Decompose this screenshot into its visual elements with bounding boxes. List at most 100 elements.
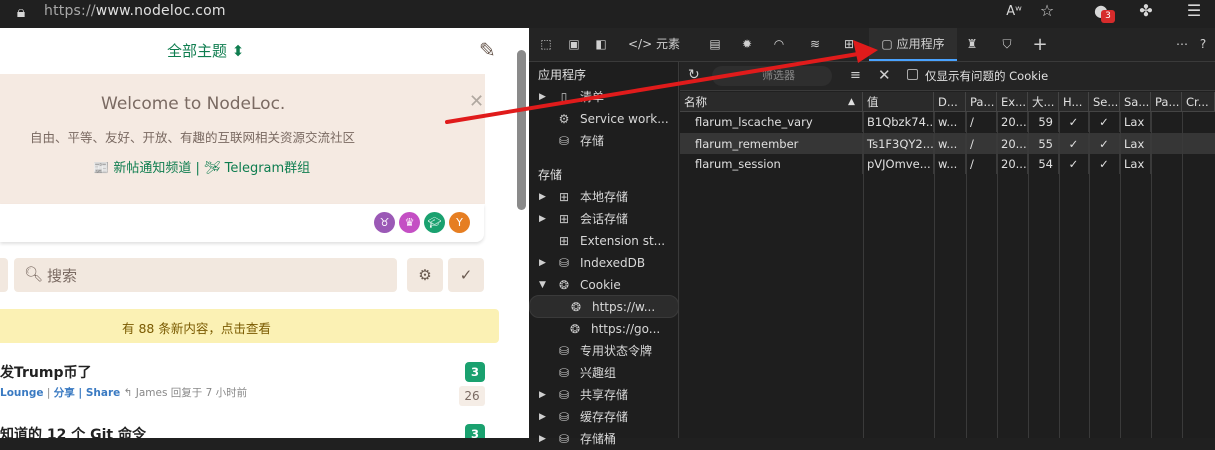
sidebar-item-cookie-nodeloc[interactable]: ❂ https://w... bbox=[529, 295, 679, 318]
refresh-icon[interactable]: ↻ bbox=[688, 67, 700, 83]
help-icon[interactable]: ? bbox=[1193, 28, 1213, 61]
favorites-list-icon[interactable]: ☰ bbox=[1183, 2, 1205, 20]
search-input[interactable]: 🔍︎ 搜索 bbox=[14, 258, 397, 292]
post-title[interactable]: 发Trump币了 bbox=[0, 362, 92, 382]
cell-secure: ✓ bbox=[1089, 134, 1120, 154]
badge-icon[interactable]: ♉ bbox=[374, 212, 395, 233]
sidebar-item-indexeddb[interactable]: ▶ ⛁ IndexedDB bbox=[529, 252, 679, 274]
column-header[interactable]: 值 bbox=[863, 92, 934, 112]
page-scrollbar-thumb[interactable] bbox=[517, 50, 526, 210]
collapse-arrow-icon[interactable]: ▼ bbox=[539, 274, 549, 296]
close-icon[interactable]: ✕ bbox=[469, 91, 484, 112]
sidebar-item-cache-storage[interactable]: ▶ ⛁ 缓存存储 bbox=[529, 406, 679, 428]
column-header[interactable]: Ex... bbox=[997, 92, 1028, 112]
cell-domain: w... bbox=[934, 112, 966, 132]
sidebar-item-cookie-google[interactable]: ❂ https://go... bbox=[529, 318, 679, 340]
column-header[interactable]: Pa... bbox=[1151, 92, 1182, 112]
cookie-icon: ❂ bbox=[558, 278, 570, 292]
sidebar-item-storage-buckets[interactable]: ▶ ⛁ 存储桶 bbox=[529, 428, 679, 450]
url-host: www.nodeloc.com bbox=[95, 3, 226, 19]
only-issues-checkbox[interactable] bbox=[907, 69, 918, 80]
column-divider bbox=[1120, 112, 1121, 438]
database-icon: ⛁ bbox=[558, 410, 570, 424]
cookie-icon: ❂ bbox=[570, 300, 582, 314]
column-header[interactable]: Sa... bbox=[1120, 92, 1151, 112]
expand-arrow-icon[interactable]: ▶ bbox=[539, 428, 549, 450]
new-content-bar[interactable]: 有 88 条新内容，点击查看 bbox=[0, 309, 499, 343]
database-icon: ⛁ bbox=[558, 388, 570, 402]
favorite-star-icon[interactable]: ☆ bbox=[1036, 2, 1058, 20]
memory-chip-icon[interactable]: ⊞ bbox=[837, 28, 861, 61]
edit-icon[interactable]: ✎ bbox=[479, 38, 503, 62]
expand-arrow-icon[interactable]: ▶ bbox=[539, 406, 549, 428]
sidebar-item-shared-storage[interactable]: ▶ ⛁ 共享存储 bbox=[529, 384, 679, 406]
expand-arrow-icon[interactable]: ▶ bbox=[539, 208, 549, 230]
cell-size: 54 bbox=[1028, 154, 1059, 174]
network-wifi-icon[interactable]: ≋ bbox=[803, 28, 827, 61]
sidebar-item-label: 存储桶 bbox=[580, 432, 617, 446]
cell-size: 55 bbox=[1028, 134, 1059, 154]
sidebar-item-private-state-tokens[interactable]: ⛁ 专用状态令牌 bbox=[529, 340, 679, 362]
cell-samesite: Lax bbox=[1120, 134, 1151, 154]
cell-path: / bbox=[966, 134, 997, 154]
section-heading-application: 应用程序 bbox=[538, 68, 587, 82]
more-menu-icon[interactable]: ⋯ bbox=[1172, 28, 1192, 61]
column-header[interactable]: 大... bbox=[1028, 92, 1059, 112]
expand-arrow-icon[interactable]: ▶ bbox=[539, 86, 549, 108]
section-heading-storage: 存储 bbox=[538, 168, 563, 182]
sidebar-item-local-storage[interactable]: ▶ ⊞ 本地存储 bbox=[529, 186, 679, 208]
badge-icon[interactable]: ♛ bbox=[399, 212, 420, 233]
post-title[interactable]: 知道的 12 个 Git 命令 bbox=[0, 424, 146, 438]
read-aloud-icon[interactable]: Aʷ bbox=[1003, 3, 1025, 21]
filter-input[interactable]: 筛选器 bbox=[712, 66, 832, 86]
cell-path: / bbox=[966, 112, 997, 132]
extensions-puzzle-icon[interactable]: ✤ bbox=[1135, 2, 1157, 20]
expand-arrow-icon[interactable]: ▶ bbox=[539, 252, 549, 274]
lock-icon[interactable]: 🔒︎ bbox=[10, 3, 32, 21]
mark-read-button[interactable]: ✓ bbox=[448, 258, 484, 292]
table-row-selected[interactable]: flarum_remember Ts1F3QY2... w... / 20...… bbox=[680, 133, 1215, 154]
sidebar-item-storage[interactable]: ⛁ 存储 bbox=[529, 130, 679, 152]
more-tools-plus-icon[interactable]: + bbox=[1029, 28, 1051, 61]
device-emulation-icon[interactable]: ▣ bbox=[563, 28, 585, 61]
sidebar-item-extension-storage[interactable]: ⊞ Extension st... bbox=[529, 230, 679, 252]
table-row[interactable]: flarum_lscache_vary B1Qbzk74... w... / 2… bbox=[680, 112, 1215, 132]
lighthouse-icon[interactable]: ♜ bbox=[961, 28, 983, 61]
inspect-icon[interactable]: ⬚ bbox=[535, 28, 557, 61]
sidebar-item-interest-groups[interactable]: ⛁ 兴趣组 bbox=[529, 362, 679, 384]
dock-icon[interactable]: ◧ bbox=[591, 28, 611, 61]
expand-arrow-icon[interactable]: ▶ bbox=[539, 384, 549, 406]
column-header[interactable]: Pa... bbox=[966, 92, 997, 112]
cell-name: flarum_lscache_vary bbox=[680, 112, 863, 132]
welcome-hero: Welcome to NodeLoc. 自由、平等、友好、开放、有趣的互联网相关… bbox=[0, 74, 485, 204]
tab-application[interactable]: ▢ 应用程序 bbox=[869, 28, 957, 61]
address-bar[interactable]: https://www.nodeloc.com bbox=[44, 3, 226, 19]
column-header[interactable]: D... bbox=[934, 92, 966, 112]
sidebar-item-service-workers[interactable]: ⚙ Service work... bbox=[529, 108, 679, 130]
sidebar-item-cookies[interactable]: ▼ ❂ Cookie bbox=[529, 274, 679, 296]
expand-arrow-icon[interactable]: ▶ bbox=[539, 186, 549, 208]
performance-icon[interactable]: ◠ bbox=[767, 28, 791, 61]
table-row[interactable]: flarum_session pVJOmve... w... / 20... 5… bbox=[680, 154, 1215, 174]
clear-all-icon[interactable]: ✕ bbox=[878, 66, 891, 84]
security-shield-icon[interactable]: ⛉ bbox=[995, 28, 1019, 61]
clear-filtered-icon[interactable]: ≡ bbox=[850, 68, 861, 83]
graduation-badge-icon[interactable]: 🎓︎ bbox=[424, 212, 445, 233]
column-header[interactable]: 名称 ▲ bbox=[680, 92, 863, 112]
bug-icon[interactable]: ✹ bbox=[735, 28, 759, 61]
cell-value: pVJOmve... bbox=[863, 154, 934, 174]
console-icon[interactable]: ▤ bbox=[703, 28, 727, 61]
column-header[interactable]: Se... bbox=[1089, 92, 1120, 112]
sprout-badge-icon[interactable]: Y bbox=[449, 212, 470, 233]
settings-button[interactable]: ⚙ bbox=[407, 258, 443, 292]
sidebar-item-label: IndexedDB bbox=[580, 256, 646, 270]
tab-elements[interactable]: </> 元素 bbox=[625, 28, 683, 61]
welcome-links[interactable]: 📰 新帖通知频道 | 🛩 Telegram群组 bbox=[93, 157, 310, 176]
sidebar-item-manifest[interactable]: ▶ ▯ 清单 bbox=[529, 86, 679, 108]
topic-select[interactable]: 全部主题 ⬍ bbox=[167, 40, 244, 61]
post-tag[interactable]: Lounge bbox=[0, 387, 44, 399]
column-header[interactable]: Cr... bbox=[1182, 92, 1215, 112]
column-header[interactable]: H... bbox=[1059, 92, 1089, 112]
post-tag[interactable]: 分享 | Share bbox=[54, 387, 121, 399]
sidebar-item-session-storage[interactable]: ▶ ⊞ 会话存储 bbox=[529, 208, 679, 230]
